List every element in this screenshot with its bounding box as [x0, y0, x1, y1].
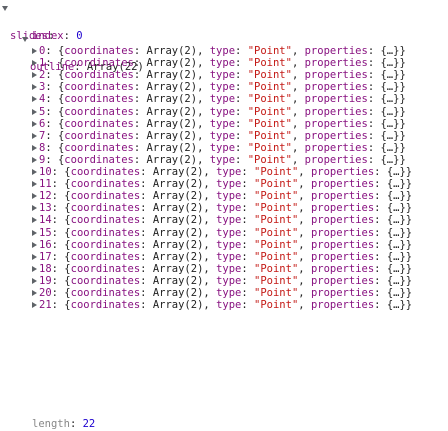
expand-arrow-icon[interactable] [32, 132, 37, 139]
type-key: type [216, 299, 242, 312]
expand-arrow-icon[interactable] [32, 144, 37, 151]
properties-value: {…} [386, 299, 406, 312]
colon: : [140, 299, 153, 312]
expand-arrow-icon[interactable] [32, 96, 37, 103]
expand-arrow-icon[interactable] [32, 277, 37, 284]
expand-arrow-icon[interactable] [32, 265, 37, 272]
expand-arrow-icon[interactable] [32, 120, 37, 127]
expand-arrow-icon[interactable] [32, 241, 37, 248]
colon: : [69, 418, 83, 430]
expand-arrow-icon[interactable] [32, 181, 37, 188]
coordinates-value: Array(2) [152, 299, 204, 312]
type-value: "Point" [254, 299, 299, 312]
coordinates-key: coordinates [70, 299, 141, 312]
expand-arrow-icon[interactable] [32, 156, 37, 163]
colon: : [241, 299, 255, 312]
colon: : { [51, 299, 71, 312]
index-value: 0 [76, 30, 83, 42]
colon: : [374, 299, 387, 312]
item-index: 21 [39, 299, 52, 312]
expand-arrow-icon[interactable] [32, 108, 37, 115]
index-row: index: 0 [32, 15, 83, 42]
expand-arrow-icon[interactable] [32, 217, 37, 224]
length-key: length [32, 418, 70, 430]
expand-arrow-icon[interactable] [32, 72, 37, 79]
expand-arrow-icon[interactable] [32, 169, 37, 175]
outline-row[interactable]: outline: Array(22) [22, 32, 144, 73]
index-key: index [32, 30, 64, 42]
comma: , [298, 299, 311, 312]
length-row: length: 22 [32, 403, 95, 430]
expand-arrow-icon[interactable] [2, 6, 8, 11]
length-value: 22 [82, 418, 96, 430]
comma: , [203, 299, 217, 312]
expand-arrow-icon[interactable] [32, 84, 37, 91]
expand-arrow-icon[interactable] [22, 37, 28, 42]
expand-arrow-icon[interactable] [32, 229, 37, 236]
properties-key: properties [310, 299, 375, 312]
expand-arrow-icon[interactable] [32, 253, 37, 260]
brace: } [405, 299, 413, 312]
colon: : [63, 30, 77, 42]
expand-arrow-icon[interactable] [32, 48, 37, 54]
expand-arrow-icon[interactable] [32, 60, 37, 67]
expand-arrow-icon[interactable] [32, 290, 37, 296]
expand-arrow-icon[interactable] [32, 302, 37, 309]
expand-arrow-icon[interactable] [32, 193, 37, 200]
slides-row[interactable]: slides: [2, 1, 54, 42]
expand-arrow-icon[interactable] [32, 205, 37, 212]
